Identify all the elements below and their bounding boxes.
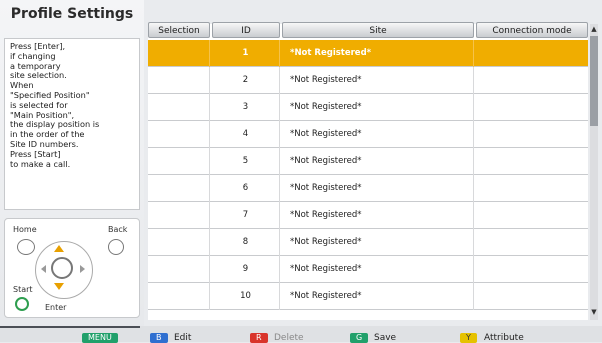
row-mode bbox=[476, 40, 588, 67]
row-site: *Not Registered* bbox=[282, 148, 474, 175]
row-id: 1 bbox=[212, 40, 280, 67]
row-site: *Not Registered* bbox=[282, 283, 474, 310]
row-selection bbox=[148, 256, 210, 283]
table-row[interactable]: 7 *Not Registered* bbox=[148, 202, 588, 229]
back-icon bbox=[108, 239, 124, 255]
row-mode bbox=[476, 283, 588, 310]
start-label: Start bbox=[13, 285, 33, 294]
scroll-down-icon[interactable]: ▼ bbox=[590, 308, 598, 317]
row-selection bbox=[148, 121, 210, 148]
row-site: *Not Registered* bbox=[282, 202, 474, 229]
table-row[interactable]: 9 *Not Registered* bbox=[148, 256, 588, 283]
row-selection bbox=[148, 148, 210, 175]
row-selection bbox=[148, 283, 210, 310]
back-label: Back bbox=[108, 225, 128, 234]
row-mode bbox=[476, 67, 588, 94]
row-site: *Not Registered* bbox=[282, 94, 474, 121]
home-icon bbox=[17, 239, 35, 255]
row-selection bbox=[148, 40, 210, 67]
row-id: 6 bbox=[212, 175, 280, 202]
row-mode bbox=[476, 121, 588, 148]
table-row[interactable]: 2 *Not Registered* bbox=[148, 67, 588, 94]
row-mode bbox=[476, 94, 588, 121]
footer-divider bbox=[0, 326, 140, 328]
row-id: 3 bbox=[212, 94, 280, 121]
header-id: ID bbox=[212, 22, 280, 38]
row-mode bbox=[476, 229, 588, 256]
table-header: Selection ID Site Connection mode bbox=[148, 22, 588, 40]
row-selection bbox=[148, 229, 210, 256]
row-mode bbox=[476, 148, 588, 175]
table-row[interactable]: 1 *Not Registered* bbox=[148, 40, 588, 67]
row-id: 5 bbox=[212, 148, 280, 175]
row-id: 9 bbox=[212, 256, 280, 283]
table-row[interactable]: 3 *Not Registered* bbox=[148, 94, 588, 121]
row-selection bbox=[148, 94, 210, 121]
row-selection bbox=[148, 202, 210, 229]
row-mode bbox=[476, 256, 588, 283]
row-site: *Not Registered* bbox=[282, 121, 474, 148]
row-site: *Not Registered* bbox=[282, 67, 474, 94]
header-selection: Selection bbox=[148, 22, 210, 38]
remote-guide: Home Back Start Enter bbox=[4, 218, 140, 318]
row-mode bbox=[476, 175, 588, 202]
right-arrow-icon bbox=[80, 265, 85, 273]
page-title: Profile Settings bbox=[10, 6, 134, 22]
down-arrow-icon bbox=[54, 283, 64, 290]
table-row[interactable]: 8 *Not Registered* bbox=[148, 229, 588, 256]
help-text: Press [Enter], if changing a temporary s… bbox=[4, 38, 140, 210]
row-id: 2 bbox=[212, 67, 280, 94]
row-id: 8 bbox=[212, 229, 280, 256]
row-id: 10 bbox=[212, 283, 280, 310]
row-site: *Not Registered* bbox=[282, 40, 474, 67]
home-label: Home bbox=[13, 225, 37, 234]
row-id: 4 bbox=[212, 121, 280, 148]
row-mode bbox=[476, 202, 588, 229]
header-connection-mode: Connection mode bbox=[476, 22, 588, 38]
row-id: 7 bbox=[212, 202, 280, 229]
left-arrow-icon bbox=[41, 265, 46, 273]
table-row[interactable]: 4 *Not Registered* bbox=[148, 121, 588, 148]
row-selection bbox=[148, 175, 210, 202]
scroll-up-icon[interactable]: ▲ bbox=[590, 25, 598, 34]
table-row[interactable]: 10 *Not Registered* bbox=[148, 283, 588, 310]
up-arrow-icon bbox=[54, 245, 64, 252]
enter-icon bbox=[51, 257, 73, 279]
row-site: *Not Registered* bbox=[282, 175, 474, 202]
row-site: *Not Registered* bbox=[282, 256, 474, 283]
start-icon bbox=[15, 297, 29, 311]
row-selection bbox=[148, 67, 210, 94]
row-site: *Not Registered* bbox=[282, 229, 474, 256]
scrollbar-thumb[interactable] bbox=[590, 36, 598, 126]
table-row[interactable]: 5 *Not Registered* bbox=[148, 148, 588, 175]
table-row[interactable]: 6 *Not Registered* bbox=[148, 175, 588, 202]
enter-label: Enter bbox=[45, 303, 67, 312]
header-site: Site bbox=[282, 22, 474, 38]
